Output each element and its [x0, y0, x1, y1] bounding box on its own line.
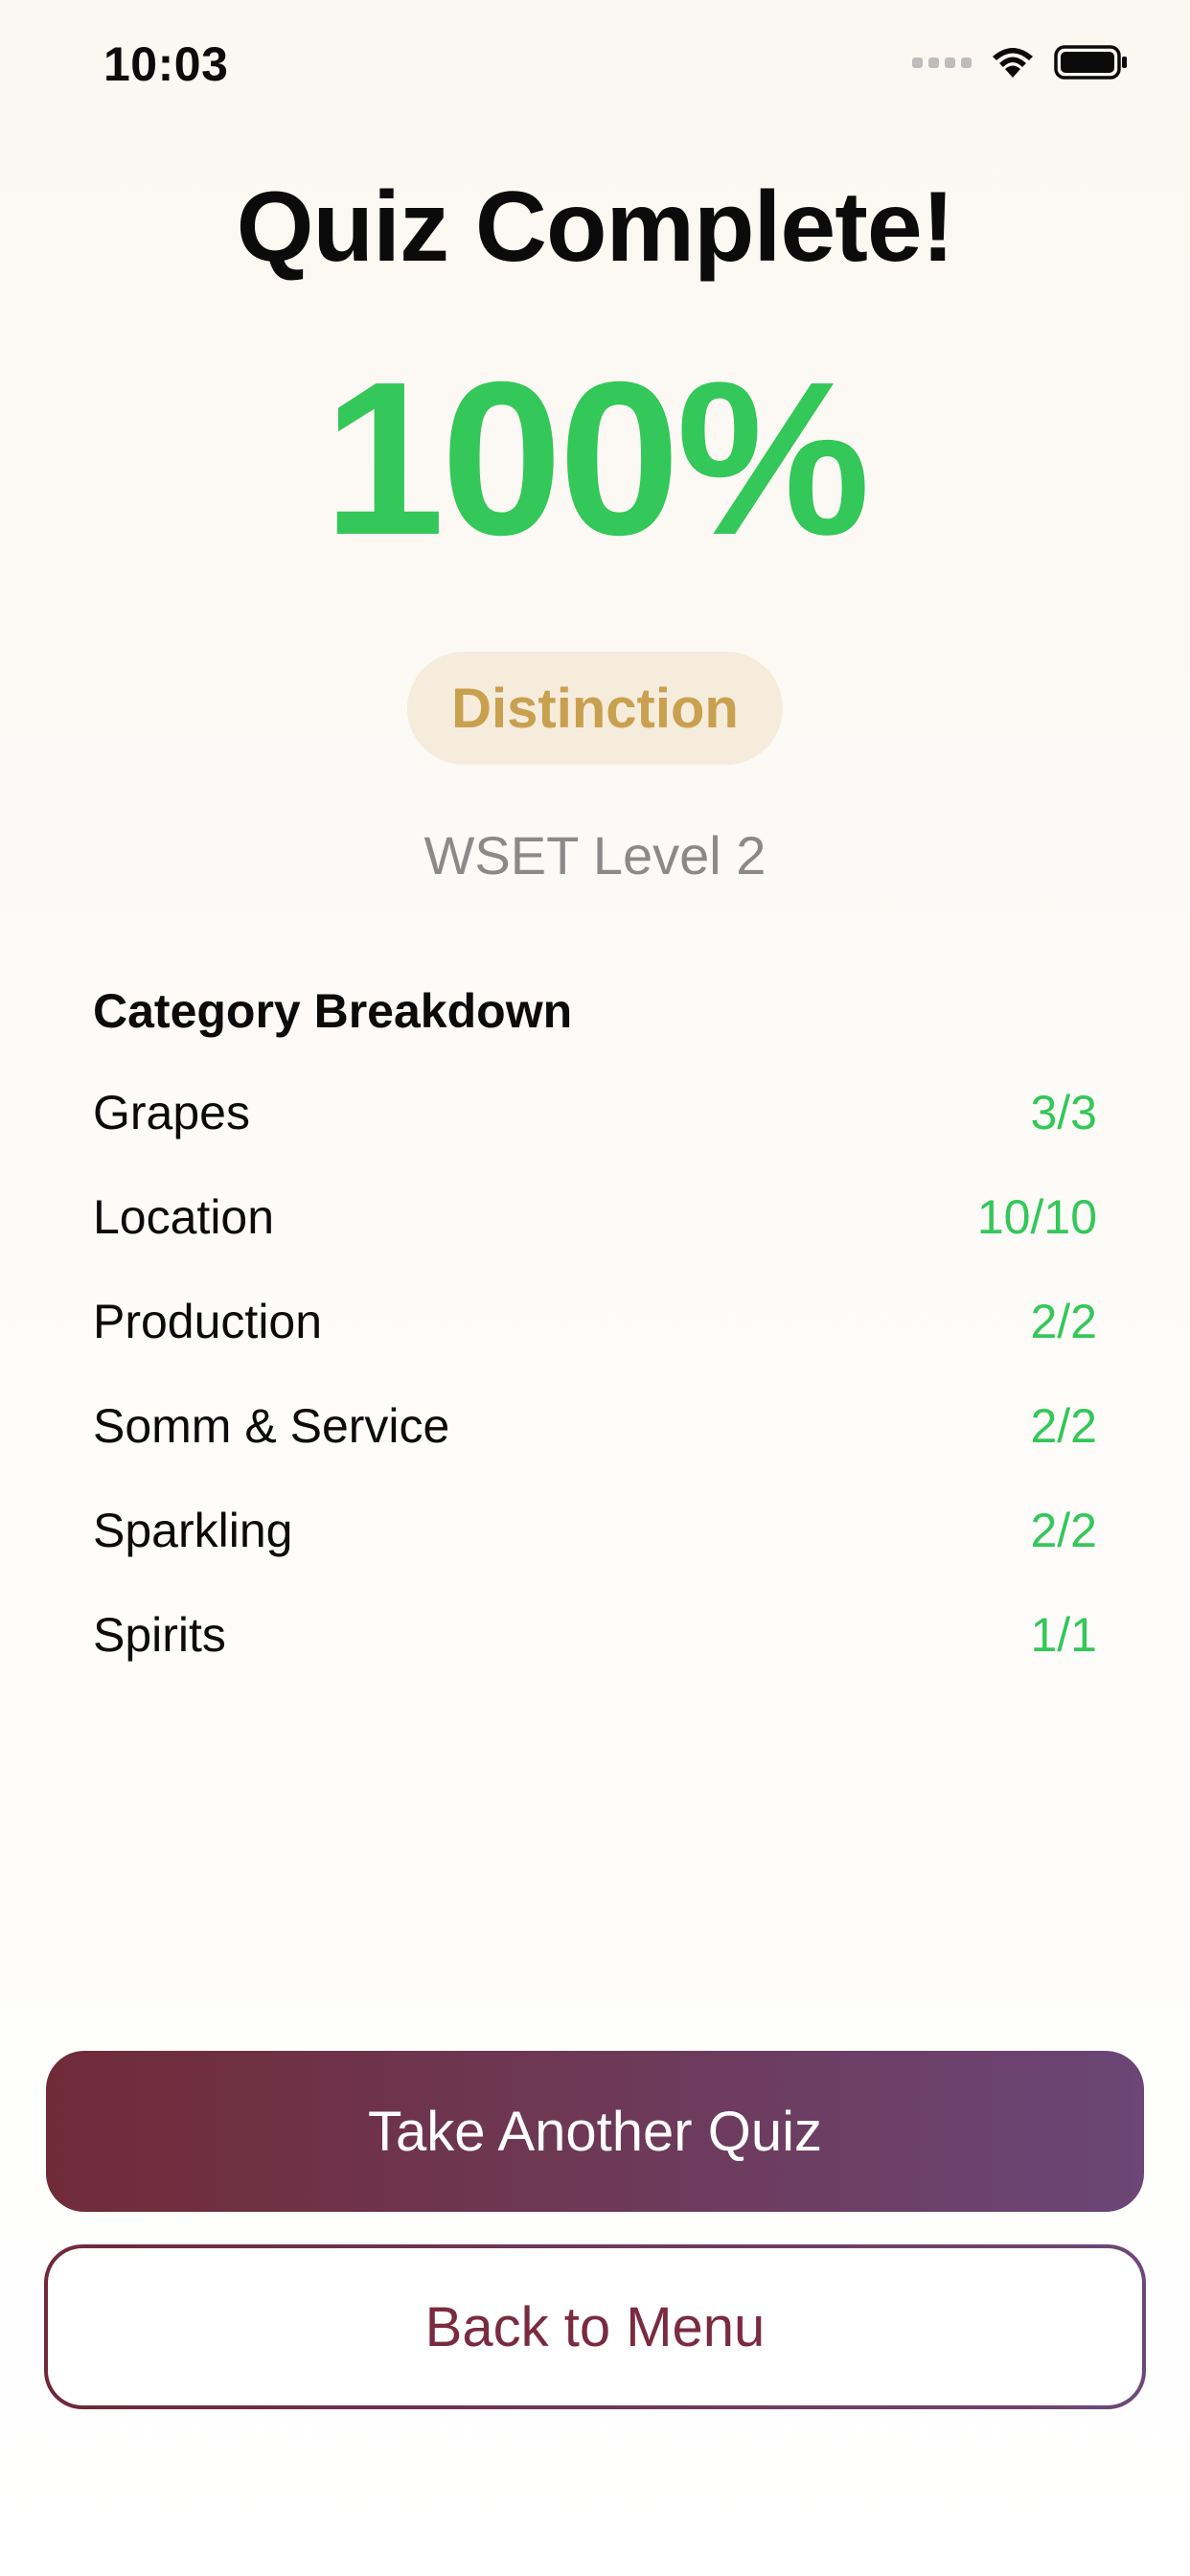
breakdown-row: Sparkling 2/2 [93, 1478, 1097, 1582]
breakdown-row: Spirits 1/1 [93, 1582, 1097, 1687]
back-to-menu-button[interactable]: Back to Menu [44, 2244, 1146, 2409]
category-label: Somm & Service [93, 1398, 450, 1453]
category-label: Grapes [93, 1085, 250, 1139]
breakdown-row: Somm & Service 2/2 [93, 1373, 1097, 1478]
battery-icon [1054, 45, 1127, 80]
wifi-icon [993, 48, 1033, 78]
category-label: Location [93, 1189, 275, 1244]
breakdown-row: Location 10/10 [93, 1164, 1097, 1269]
back-to-menu-label: Back to Menu [424, 2295, 766, 2358]
category-label: Spirits [93, 1607, 226, 1662]
quiz-level: WSET Level 2 [423, 825, 767, 886]
status-icons [912, 44, 1129, 80]
category-score: 10/10 [976, 1189, 1097, 1244]
back-to-menu-inner: Back to Menu [48, 2248, 1142, 2405]
take-another-quiz-button[interactable]: Take Another Quiz [46, 2051, 1144, 2212]
category-label: Production [93, 1294, 323, 1348]
take-another-quiz-label: Take Another Quiz [368, 2100, 822, 2163]
score-percentage: 100% [323, 337, 870, 581]
category-score: 2/2 [1030, 1503, 1097, 1557]
result-badge: Distinction [407, 652, 783, 765]
category-score: 2/2 [1030, 1398, 1097, 1453]
status-time: 10:03 [103, 37, 229, 91]
status-bar: 10:03 [0, 0, 1190, 134]
category-breakdown: Category Breakdown Grapes 3/3 Location 1… [93, 983, 1097, 1687]
page-title: Quiz Complete! [236, 172, 955, 283]
category-score: 1/1 [1030, 1607, 1097, 1662]
category-label: Sparkling [93, 1503, 293, 1557]
breakdown-row: Production 2/2 [93, 1269, 1097, 1373]
category-score: 2/2 [1030, 1294, 1097, 1348]
cellular-signal-icon [912, 57, 972, 68]
breakdown-row: Grapes 3/3 [93, 1060, 1097, 1164]
category-score: 3/3 [1030, 1085, 1097, 1139]
breakdown-title: Category Breakdown [93, 984, 573, 1038]
